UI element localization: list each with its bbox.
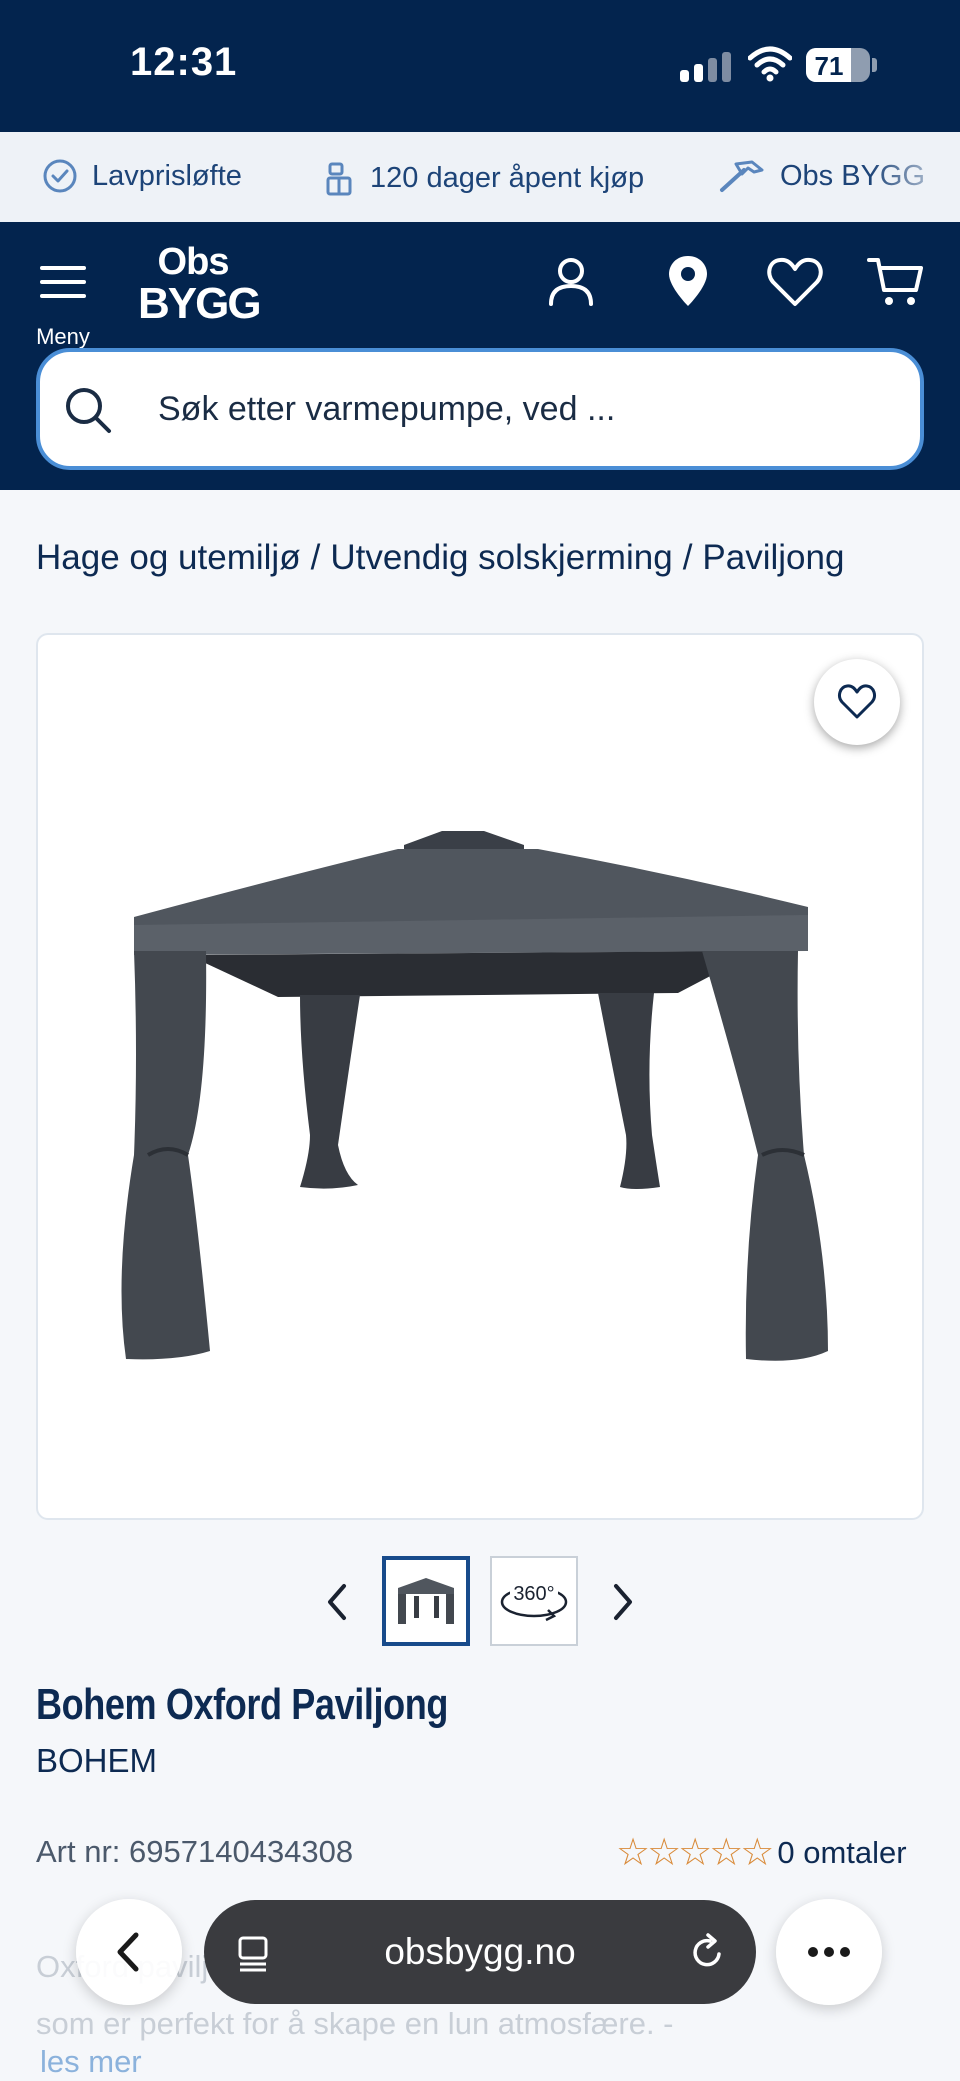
rating-summary[interactable]: ☆☆☆☆☆ 0 omtaler xyxy=(616,1834,907,1872)
hammer-icon xyxy=(720,160,764,192)
usp-label: 120 dager åpent kjøp xyxy=(370,161,645,194)
article-number: Art nr: 6957140434308 xyxy=(36,1834,354,1869)
hamburger-icon xyxy=(40,266,86,270)
more-dots-icon xyxy=(808,1947,850,1957)
product-brand[interactable]: BOHEM xyxy=(36,1742,157,1780)
thumb-360-label: 360° xyxy=(513,1583,554,1605)
breadcrumb: Hage og utemiljø / Utvendig solskjerming / P… xyxy=(36,538,854,578)
battery-percent: 71 xyxy=(814,51,844,81)
breadcrumb-link-solskjerming[interactable]: Utvendig solskjerming xyxy=(330,538,672,577)
breadcrumb-separator: / xyxy=(310,538,321,577)
obs-bygg-logo[interactable]: Obs BYGG xyxy=(138,241,262,346)
gallery-prev-button[interactable] xyxy=(318,1578,358,1626)
reload-icon[interactable] xyxy=(688,1930,728,1974)
usp-label: Lavprisløfte xyxy=(92,159,242,192)
menu-label: Meny xyxy=(36,324,90,349)
heart-icon xyxy=(838,684,876,719)
product-title: Bohem Oxford Paviljong xyxy=(36,1680,448,1729)
browser-url-bar[interactable]: obsbygg.no xyxy=(204,1900,756,2004)
breadcrumb-separator: / xyxy=(682,538,693,577)
chevron-left-icon xyxy=(117,1932,139,1972)
status-bar: 12:31 71 xyxy=(0,0,960,132)
logo-line2: BYGG xyxy=(138,279,262,328)
check-circle-icon xyxy=(43,159,77,193)
rotate-360-icon: 360° xyxy=(500,1583,568,1622)
favorite-button[interactable] xyxy=(814,659,900,745)
product-image-card[interactable] xyxy=(36,633,924,1520)
battery-tip xyxy=(872,58,877,72)
search-icon xyxy=(66,388,111,433)
logo-line1: Obs xyxy=(157,241,230,283)
usp-bar: Lavprisløfte 120 dager åpent kjøp Obs BY… xyxy=(0,132,960,222)
cellular-signal-icon xyxy=(680,52,732,82)
gazebo-image xyxy=(121,831,828,1361)
gallery-next-button[interactable] xyxy=(602,1578,642,1626)
rating-stars: ☆☆☆☆☆ xyxy=(616,1832,774,1874)
usp-item-lowprice[interactable]: Lavprisløfte xyxy=(42,158,242,194)
read-more-link[interactable]: les mer xyxy=(40,2044,142,2080)
search-field[interactable]: Søk etter varmepumpe, ved ... xyxy=(36,348,924,470)
site-header: Meny Obs BYGG Søk etter varmepumpe, ved … xyxy=(0,222,960,490)
battery-icon: 71 xyxy=(806,48,870,82)
breadcrumb-link-hage[interactable]: Hage og utemiljø xyxy=(36,538,301,577)
location-pin-icon[interactable] xyxy=(658,252,718,312)
wifi-icon xyxy=(748,46,792,82)
browser-url: obsbygg.no xyxy=(384,1931,576,1972)
user-icon[interactable] xyxy=(541,252,601,312)
gift-icon xyxy=(326,162,352,196)
breadcrumb-link-paviljong[interactable]: Paviljong xyxy=(702,538,844,577)
browser-back-button[interactable] xyxy=(76,1899,182,2005)
browser-more-button[interactable] xyxy=(776,1899,882,2005)
gallery-thumbnail-360[interactable]: 360° xyxy=(490,1556,578,1646)
search-placeholder: Søk etter varmepumpe, ved ... xyxy=(158,390,616,428)
gallery-thumbnail-1[interactable] xyxy=(382,1556,470,1646)
status-time: 12:31 xyxy=(130,40,238,84)
heart-icon[interactable] xyxy=(765,252,825,312)
cart-icon[interactable] xyxy=(866,252,926,312)
menu-button[interactable]: Meny xyxy=(28,254,98,349)
usp-item-return[interactable]: 120 dager åpent kjøp xyxy=(320,158,644,198)
usp-fade xyxy=(870,132,960,222)
gazebo-thumbnail-icon xyxy=(398,1578,454,1624)
review-count: 0 omtaler xyxy=(777,1835,907,1870)
